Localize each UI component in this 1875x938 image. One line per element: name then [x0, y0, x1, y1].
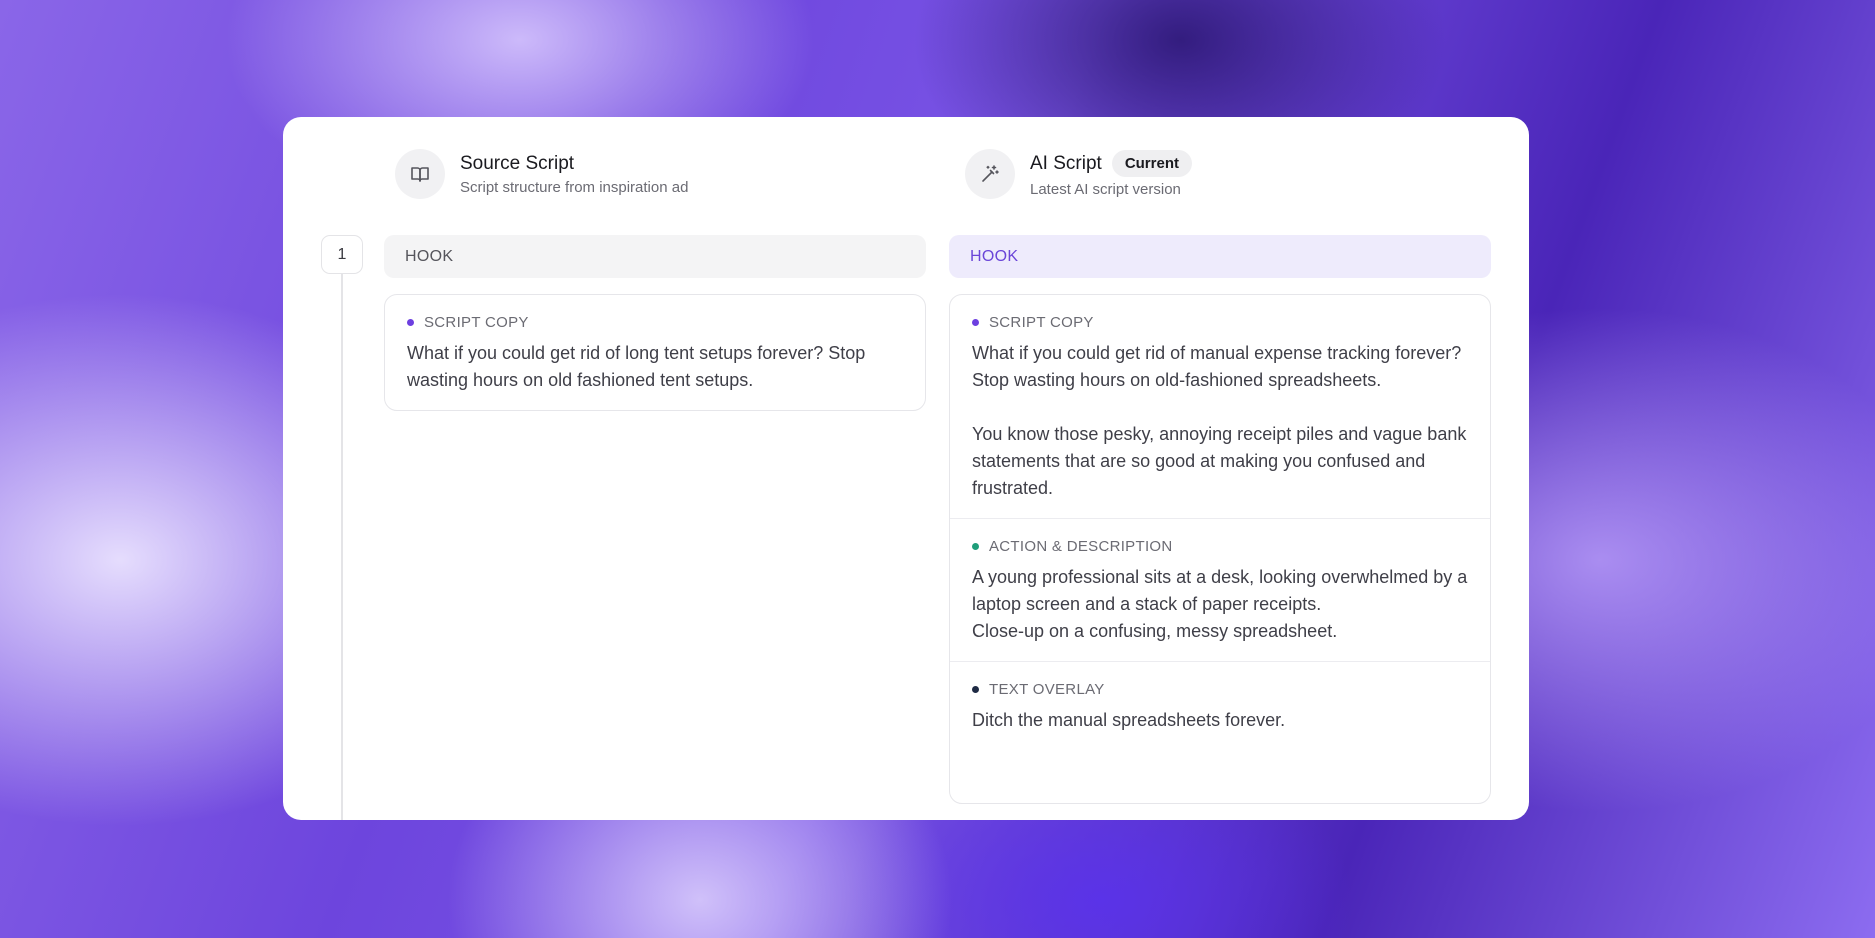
block-label: TEXT OVERLAY — [972, 681, 1468, 698]
step-timeline-line — [341, 274, 343, 820]
book-icon — [395, 149, 445, 199]
block-label-text: SCRIPT COPY — [989, 314, 1094, 331]
block-label-text: ACTION & DESCRIPTION — [989, 538, 1173, 555]
ai-action-description-block[interactable]: ACTION & DESCRIPTION A young professiona… — [950, 518, 1490, 661]
ai-script-header: AI Script Current Latest AI script versi… — [965, 149, 1192, 199]
current-version-badge: Current — [1111, 150, 1192, 177]
block-label: ACTION & DESCRIPTION — [972, 538, 1468, 555]
source-script-copy-block[interactable]: SCRIPT COPY What if you could get rid of… — [385, 295, 925, 410]
step-number-badge: 1 — [321, 235, 363, 274]
block-text: A young professional sits at a desk, loo… — [972, 567, 1468, 641]
block-label: SCRIPT COPY — [972, 314, 1468, 331]
script-copy-dot-icon — [972, 319, 979, 326]
block-text: What if you could get rid of manual expe… — [972, 343, 1467, 498]
action-dot-icon — [972, 543, 979, 550]
block-text: Ditch the manual spreadsheets forever. — [972, 710, 1286, 730]
source-blocks-card: SCRIPT COPY What if you could get rid of… — [384, 294, 926, 411]
block-label-text: SCRIPT COPY — [424, 314, 529, 331]
magic-wand-icon — [965, 149, 1015, 199]
block-label-text: TEXT OVERLAY — [989, 681, 1105, 698]
block-label: SCRIPT COPY — [407, 314, 903, 331]
ai-text-overlay-block[interactable]: TEXT OVERLAY Ditch the manual spreadshee… — [950, 661, 1490, 750]
ai-script-copy-block[interactable]: SCRIPT COPY What if you could get rid of… — [950, 295, 1490, 518]
ai-script-subtitle: Latest AI script version — [1030, 181, 1181, 198]
source-script-header: Source Script Script structure from insp… — [395, 149, 688, 199]
script-copy-dot-icon — [407, 319, 414, 326]
source-section-header[interactable]: HOOK — [384, 235, 926, 278]
block-text: What if you could get rid of long tent s… — [407, 343, 866, 390]
source-script-title: Source Script — [460, 152, 575, 174]
ai-script-title: AI Script — [1030, 152, 1102, 174]
text-overlay-dot-icon — [972, 686, 979, 693]
script-comparison-card: Source Script Script structure from insp… — [283, 117, 1529, 820]
ai-section-header[interactable]: HOOK — [949, 235, 1491, 278]
ai-blocks-card: SCRIPT COPY What if you could get rid of… — [949, 294, 1491, 804]
source-script-subtitle: Script structure from inspiration ad — [460, 178, 689, 196]
